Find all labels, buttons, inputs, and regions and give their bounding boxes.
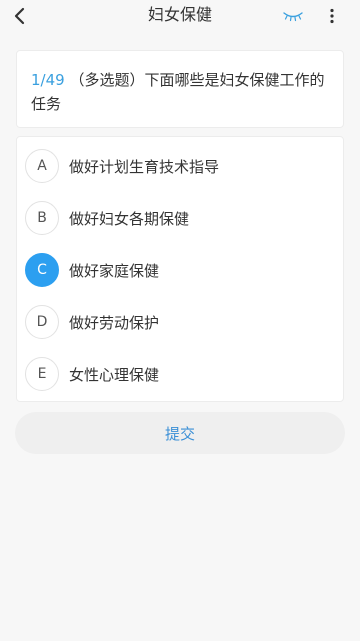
option-a[interactable]: A 做好计划生育技术指导 xyxy=(17,140,343,192)
option-label: 女性心理保健 xyxy=(69,365,160,384)
option-letter-badge: D xyxy=(25,305,59,339)
option-letter-badge: E xyxy=(25,357,59,391)
question-text: 1/49 （多选题）下面哪些是妇女保健工作的任务 xyxy=(31,68,329,116)
option-label: 做好劳动保护 xyxy=(69,313,160,332)
more-menu-button[interactable] xyxy=(322,4,342,28)
back-button[interactable] xyxy=(8,4,32,28)
options-list: A 做好计划生育技术指导 B 做好妇女各期保健 C 做好家庭保健 D 做好劳动保… xyxy=(16,136,344,402)
option-letter-badge: B xyxy=(25,201,59,235)
option-e[interactable]: E 女性心理保健 xyxy=(17,348,343,400)
question-card: 1/49 （多选题）下面哪些是妇女保健工作的任务 xyxy=(16,50,344,128)
option-b[interactable]: B 做好妇女各期保健 xyxy=(17,192,343,244)
chevron-left-icon xyxy=(14,7,25,25)
more-vertical-icon xyxy=(330,8,334,24)
eye-closed-icon xyxy=(283,12,303,22)
option-label: 做好妇女各期保健 xyxy=(69,209,190,228)
eye-toggle-button[interactable] xyxy=(280,6,306,26)
top-bar: 妇女保健 xyxy=(0,0,360,32)
option-c[interactable]: C 做好家庭保健 xyxy=(17,244,343,296)
option-label: 做好计划生育技术指导 xyxy=(69,157,220,176)
option-letter-badge-selected: C xyxy=(25,253,59,287)
submit-button[interactable]: 提交 xyxy=(15,412,345,454)
option-d[interactable]: D 做好劳动保护 xyxy=(17,296,343,348)
option-label: 做好家庭保健 xyxy=(69,261,160,280)
question-body: （多选题）下面哪些是妇女保健工作的任务 xyxy=(31,71,325,113)
question-index: 1/49 xyxy=(31,71,65,89)
option-letter-badge: A xyxy=(25,149,59,183)
page-title: 妇女保健 xyxy=(147,5,212,24)
